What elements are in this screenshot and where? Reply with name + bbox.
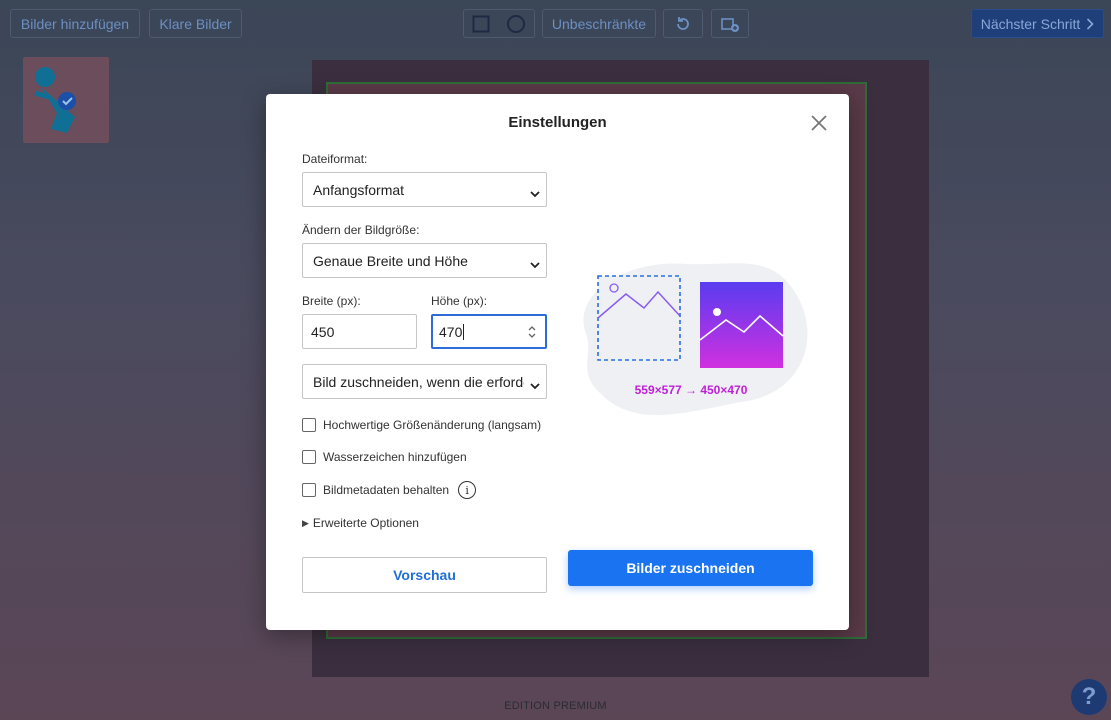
chevron-down-icon [530,185,540,201]
edition-label: EDITION PREMIUM [504,700,607,712]
size-change-label: 559×577 → 450×470 [634,383,748,397]
crop-mode-value: Bild zuschneiden, wenn die erforder [313,373,524,390]
help-icon[interactable]: ? [1071,679,1107,715]
thumbnail-figure-icon [34,67,76,133]
watermark-label: Wasserzeichen hinzufügen [323,450,467,464]
width-input[interactable]: 450 [302,314,417,349]
high-quality-label: Hochwertige Größenänderung (langsam) [323,418,542,432]
add-image-button[interactable] [711,9,749,38]
high-quality-checkbox[interactable] [302,418,316,432]
square-icon[interactable] [472,15,490,33]
rotate-icon [674,15,692,33]
metadata-label: Bildmetadaten behalten [323,483,450,497]
unrestricted-label: Unbeschränkte [551,15,647,32]
preview-label: Vorschau [393,567,456,583]
height-label: Höhe (px): [431,294,488,308]
crop-mode-select[interactable]: Bild zuschneiden, wenn die erforder [302,364,547,399]
close-icon[interactable] [808,112,830,134]
shape-toggle-group [463,9,535,38]
clear-images-label: Klare Bilder [159,15,232,32]
metadata-checkbox[interactable] [302,483,316,497]
unrestricted-ratio-button[interactable]: Unbeschränkte [542,9,656,38]
add-image-icon [720,15,740,33]
chevron-down-icon [530,256,540,272]
crop-images-label: Bilder zuschneiden [626,560,755,576]
image-thumbnail[interactable] [23,57,109,143]
watermark-option[interactable]: Wasserzeichen hinzufügen [302,450,467,464]
target-sun-icon [713,308,721,316]
next-step-label: Nächster Schritt [980,15,1081,32]
chevron-right-icon [1086,17,1094,30]
height-value: 470 [439,323,463,340]
top-toolbar: Bilder hinzufügen Klare Bilder Unbeschrä… [0,0,1111,46]
spinner-icon[interactable] [528,324,536,343]
width-value: 450 [311,323,335,340]
file-format-select[interactable]: Anfangsformat [302,172,547,207]
info-icon[interactable]: i [458,481,477,499]
chevron-down-icon [530,377,540,393]
metadata-option[interactable]: Bildmetadaten behalten i [302,481,477,499]
watermark-checkbox[interactable] [302,450,316,464]
dialog-title: Einstellungen [508,114,607,131]
file-format-value: Anfangsformat [313,181,405,198]
preview-button[interactable]: Vorschau [302,557,547,593]
resize-illustration [583,263,808,416]
rotate-button[interactable] [663,9,703,38]
crop-images-button[interactable]: Bilder zuschneiden [568,550,813,586]
width-label: Breite (px): [302,294,361,308]
add-images-button[interactable]: Bilder hinzufügen [10,9,140,38]
resize-mode-value: Genaue Breite und Höhe [313,252,468,269]
next-step-button[interactable]: Nächster Schritt [971,9,1104,38]
resize-mode-select[interactable]: Genaue Breite und Höhe [302,243,547,278]
file-format-label: Dateiformat: [302,152,368,166]
triangle-right-icon: ▶ [302,517,309,528]
settings-dialog: Einstellungen Dateiformat: Anfangsformat… [266,94,849,630]
clear-images-button[interactable]: Klare Bilder [149,9,242,38]
help-label: ? [1081,683,1097,710]
resize-label: Ändern der Bildgröße: [302,223,420,237]
add-images-label: Bilder hinzufügen [20,15,130,32]
high-quality-option[interactable]: Hochwertige Größenänderung (langsam) [302,418,541,432]
height-input[interactable]: 470 [431,314,547,349]
edition-footer: EDITION PREMIUM [0,692,1111,720]
advanced-options-toggle[interactable]: ▶ Erweiterte Optionen [302,516,419,530]
text-cursor [463,323,465,340]
advanced-options-label: Erweiterte Optionen [312,516,419,530]
circle-icon[interactable] [506,14,526,34]
